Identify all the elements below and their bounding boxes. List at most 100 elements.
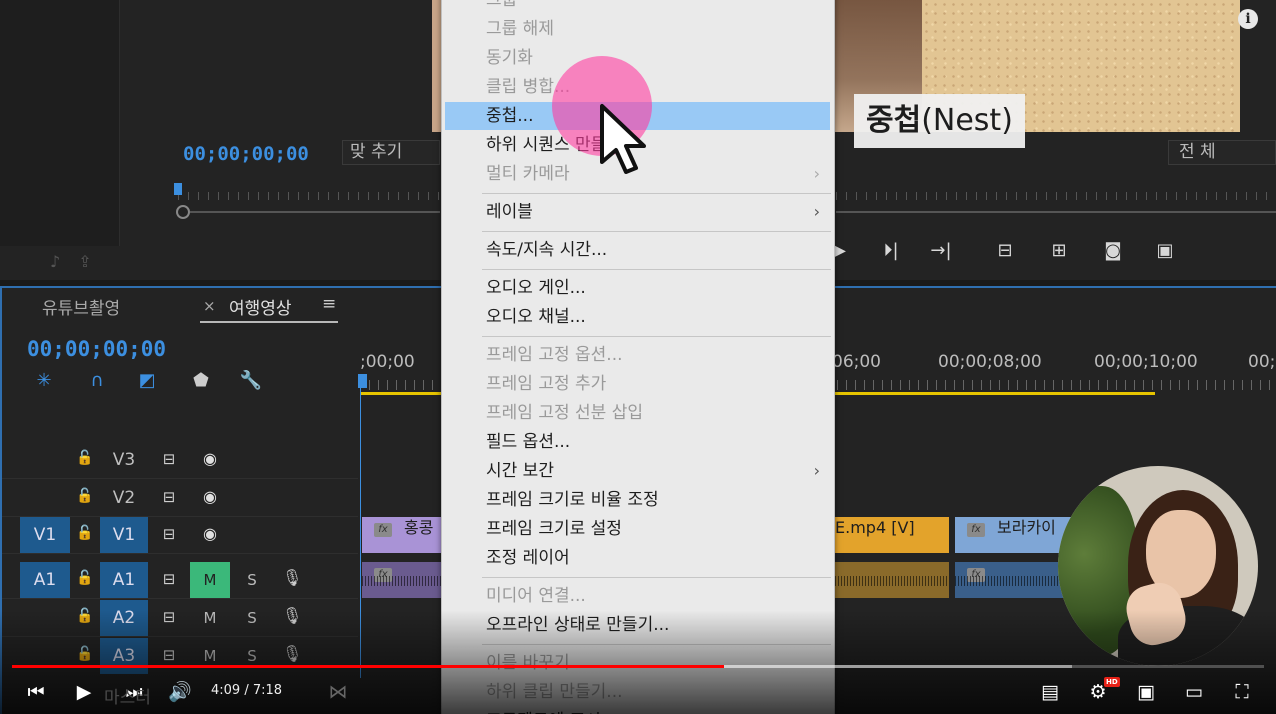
- wrench-icon[interactable]: 🔧: [238, 368, 264, 394]
- audio-clip-mp4[interactable]: [835, 562, 949, 598]
- add-marker-icon[interactable]: ⬟: [188, 368, 214, 394]
- theater-mode-icon[interactable]: ▭: [1180, 678, 1208, 706]
- previous-icon[interactable]: ⏮: [22, 678, 50, 706]
- context-menu-item-label: 중첩...: [486, 106, 534, 126]
- program-mini-ruler[interactable]: [178, 188, 440, 202]
- zoom-handle[interactable]: [176, 205, 190, 219]
- sync-lock-icon[interactable]: ⊟: [158, 488, 180, 506]
- context-menu-item-label: 프레임 고정 옵션...: [486, 345, 623, 365]
- zoom-scroll-bar-right[interactable]: [836, 211, 1276, 213]
- video-clip-mp4[interactable]: E.mp4 [V]: [835, 517, 949, 553]
- context-menu-item: 그룹 해제: [445, 15, 830, 43]
- linked-selection-icon[interactable]: ◩: [134, 368, 160, 394]
- context-menu-item-label: 속도/지속 시간...: [486, 240, 608, 260]
- chevron-right-icon: ›: [813, 461, 820, 480]
- source-patch-a1[interactable]: A1: [20, 562, 70, 598]
- audio-note-icon[interactable]: ♪: [50, 252, 78, 271]
- audio-clip-boracay[interactable]: fx: [955, 562, 1075, 598]
- context-menu-item[interactable]: 프레임 크기로 비율 조정: [445, 486, 830, 514]
- context-menu-item: 동기화: [445, 44, 830, 72]
- tab-travel-video[interactable]: 여행영상: [229, 294, 292, 319]
- context-menu-item[interactable]: 레이블 ›: [445, 198, 830, 226]
- audio-clip-hongkong[interactable]: fx: [362, 562, 442, 598]
- lock-icon[interactable]: 🔓: [76, 450, 93, 468]
- export-icon[interactable]: ⇪: [78, 252, 109, 271]
- program-timecode[interactable]: 00;00;00;00: [183, 143, 309, 165]
- tab-menu-icon[interactable]: ≡: [322, 294, 336, 314]
- timeline-playhead[interactable]: [358, 374, 367, 388]
- mouse-cursor-icon: [600, 104, 646, 174]
- nest-caption-light: (Nest): [921, 103, 1013, 138]
- go-to-out-icon[interactable]: →|: [928, 238, 954, 264]
- context-menu-item[interactable]: 속도/지속 시간...: [445, 236, 830, 264]
- track-name[interactable]: A1: [100, 562, 148, 598]
- context-menu-item: 프레임 고정 옵션...: [445, 341, 830, 369]
- lock-icon[interactable]: 🔓: [76, 570, 93, 588]
- source-patch-v1[interactable]: V1: [20, 517, 70, 553]
- nest-caption-bold: 중첩: [866, 103, 922, 138]
- hd-badge: HD: [1104, 677, 1120, 687]
- resolution-dropdown[interactable]: 전 체: [1168, 140, 1276, 165]
- context-menu-item[interactable]: 시간 보간 ›: [445, 457, 830, 485]
- solo-button[interactable]: S: [242, 562, 262, 598]
- fx-badge: fx: [967, 523, 985, 537]
- ruler-label: 00;00;10;00: [1094, 352, 1198, 372]
- lock-icon[interactable]: 🔓: [76, 525, 93, 543]
- lift-icon[interactable]: ⊟: [992, 238, 1018, 264]
- sync-lock-icon[interactable]: ⊟: [158, 525, 180, 543]
- track-name[interactable]: V3: [100, 442, 148, 478]
- eye-icon[interactable]: ◉: [199, 487, 221, 507]
- track-separator: [2, 478, 358, 479]
- context-menu-item: 프레임 고정 선분 삽입: [445, 399, 830, 427]
- progress-played: [12, 665, 724, 668]
- sync-lock-icon[interactable]: ⊟: [158, 570, 180, 588]
- volume-icon[interactable]: 🔊: [166, 678, 194, 706]
- tab-close-icon[interactable]: ×: [203, 297, 216, 315]
- camera-icon[interactable]: ◙: [1100, 238, 1126, 264]
- extract-icon[interactable]: ⊞: [1046, 238, 1072, 264]
- eye-icon[interactable]: ◉: [199, 524, 221, 544]
- eye-icon[interactable]: ◉: [199, 449, 221, 469]
- ruler-label: 00;00;08;00: [938, 352, 1042, 372]
- track-header-v1: V1 🔓 V1 ⊟ ◉: [2, 517, 358, 554]
- step-forward-icon[interactable]: ⏵|: [878, 238, 904, 264]
- comparison-view-icon[interactable]: ▣: [1152, 238, 1178, 264]
- mute-button[interactable]: M: [190, 562, 230, 598]
- context-menu-item-label: 그룹 해제: [486, 19, 554, 39]
- context-menu-item[interactable]: 필드 옵션...: [445, 428, 830, 456]
- context-menu-item: 그룹: [445, 0, 830, 14]
- tab-youtube-shoot[interactable]: 유튜브촬영: [42, 294, 120, 319]
- context-menu-item[interactable]: 조정 레이어: [445, 544, 830, 572]
- miniplayer-icon[interactable]: ▣: [1132, 678, 1160, 706]
- program-playhead[interactable]: [174, 183, 182, 195]
- track-name[interactable]: V2: [100, 480, 148, 516]
- snap-nest-icon[interactable]: ✳: [31, 368, 57, 394]
- ruler-label: 06;00: [832, 352, 881, 372]
- zoom-scroll-bar[interactable]: [190, 211, 440, 213]
- context-menu-item-label: 프레임 크기로 비율 조정: [486, 490, 659, 510]
- mic-icon[interactable]: 🎙: [282, 568, 302, 592]
- lock-icon[interactable]: 🔓: [76, 488, 93, 506]
- fullscreen-icon[interactable]: ⛶: [1228, 678, 1256, 706]
- sync-lock-icon[interactable]: ⊟: [158, 450, 180, 468]
- play-icon[interactable]: ▶: [70, 678, 98, 706]
- snap-magnet-icon[interactable]: ∩: [84, 368, 110, 394]
- context-menu-item-label: 그룹: [486, 0, 518, 10]
- subtitles-icon[interactable]: ▤: [1036, 678, 1064, 706]
- context-menu-separator: [482, 577, 831, 578]
- source-panel: ♪⇪: [0, 0, 150, 280]
- track-name[interactable]: V1: [100, 517, 148, 553]
- context-menu-item-label: 조정 레이어: [486, 548, 570, 568]
- info-icon[interactable]: i: [1238, 9, 1258, 29]
- video-clip-hongkong[interactable]: fx 홍콩: [362, 517, 442, 553]
- video-clip-boracay[interactable]: fx 보라카이: [955, 517, 1075, 553]
- context-menu-item-label: 멀티 카메라: [486, 164, 570, 184]
- context-menu-item[interactable]: 프레임 크기로 설정: [445, 515, 830, 543]
- context-menu-item-label: 동기화: [486, 48, 533, 68]
- timeline-timecode[interactable]: 00;00;00;00: [27, 337, 166, 361]
- program-mini-ruler-right[interactable]: [836, 188, 1276, 202]
- context-menu-item[interactable]: 오디오 채널...: [445, 303, 830, 331]
- context-menu-item[interactable]: 오디오 게인...: [445, 274, 830, 302]
- source-panel-viewport: [0, 0, 120, 246]
- zoom-fit-dropdown[interactable]: 맞 추기: [342, 140, 440, 165]
